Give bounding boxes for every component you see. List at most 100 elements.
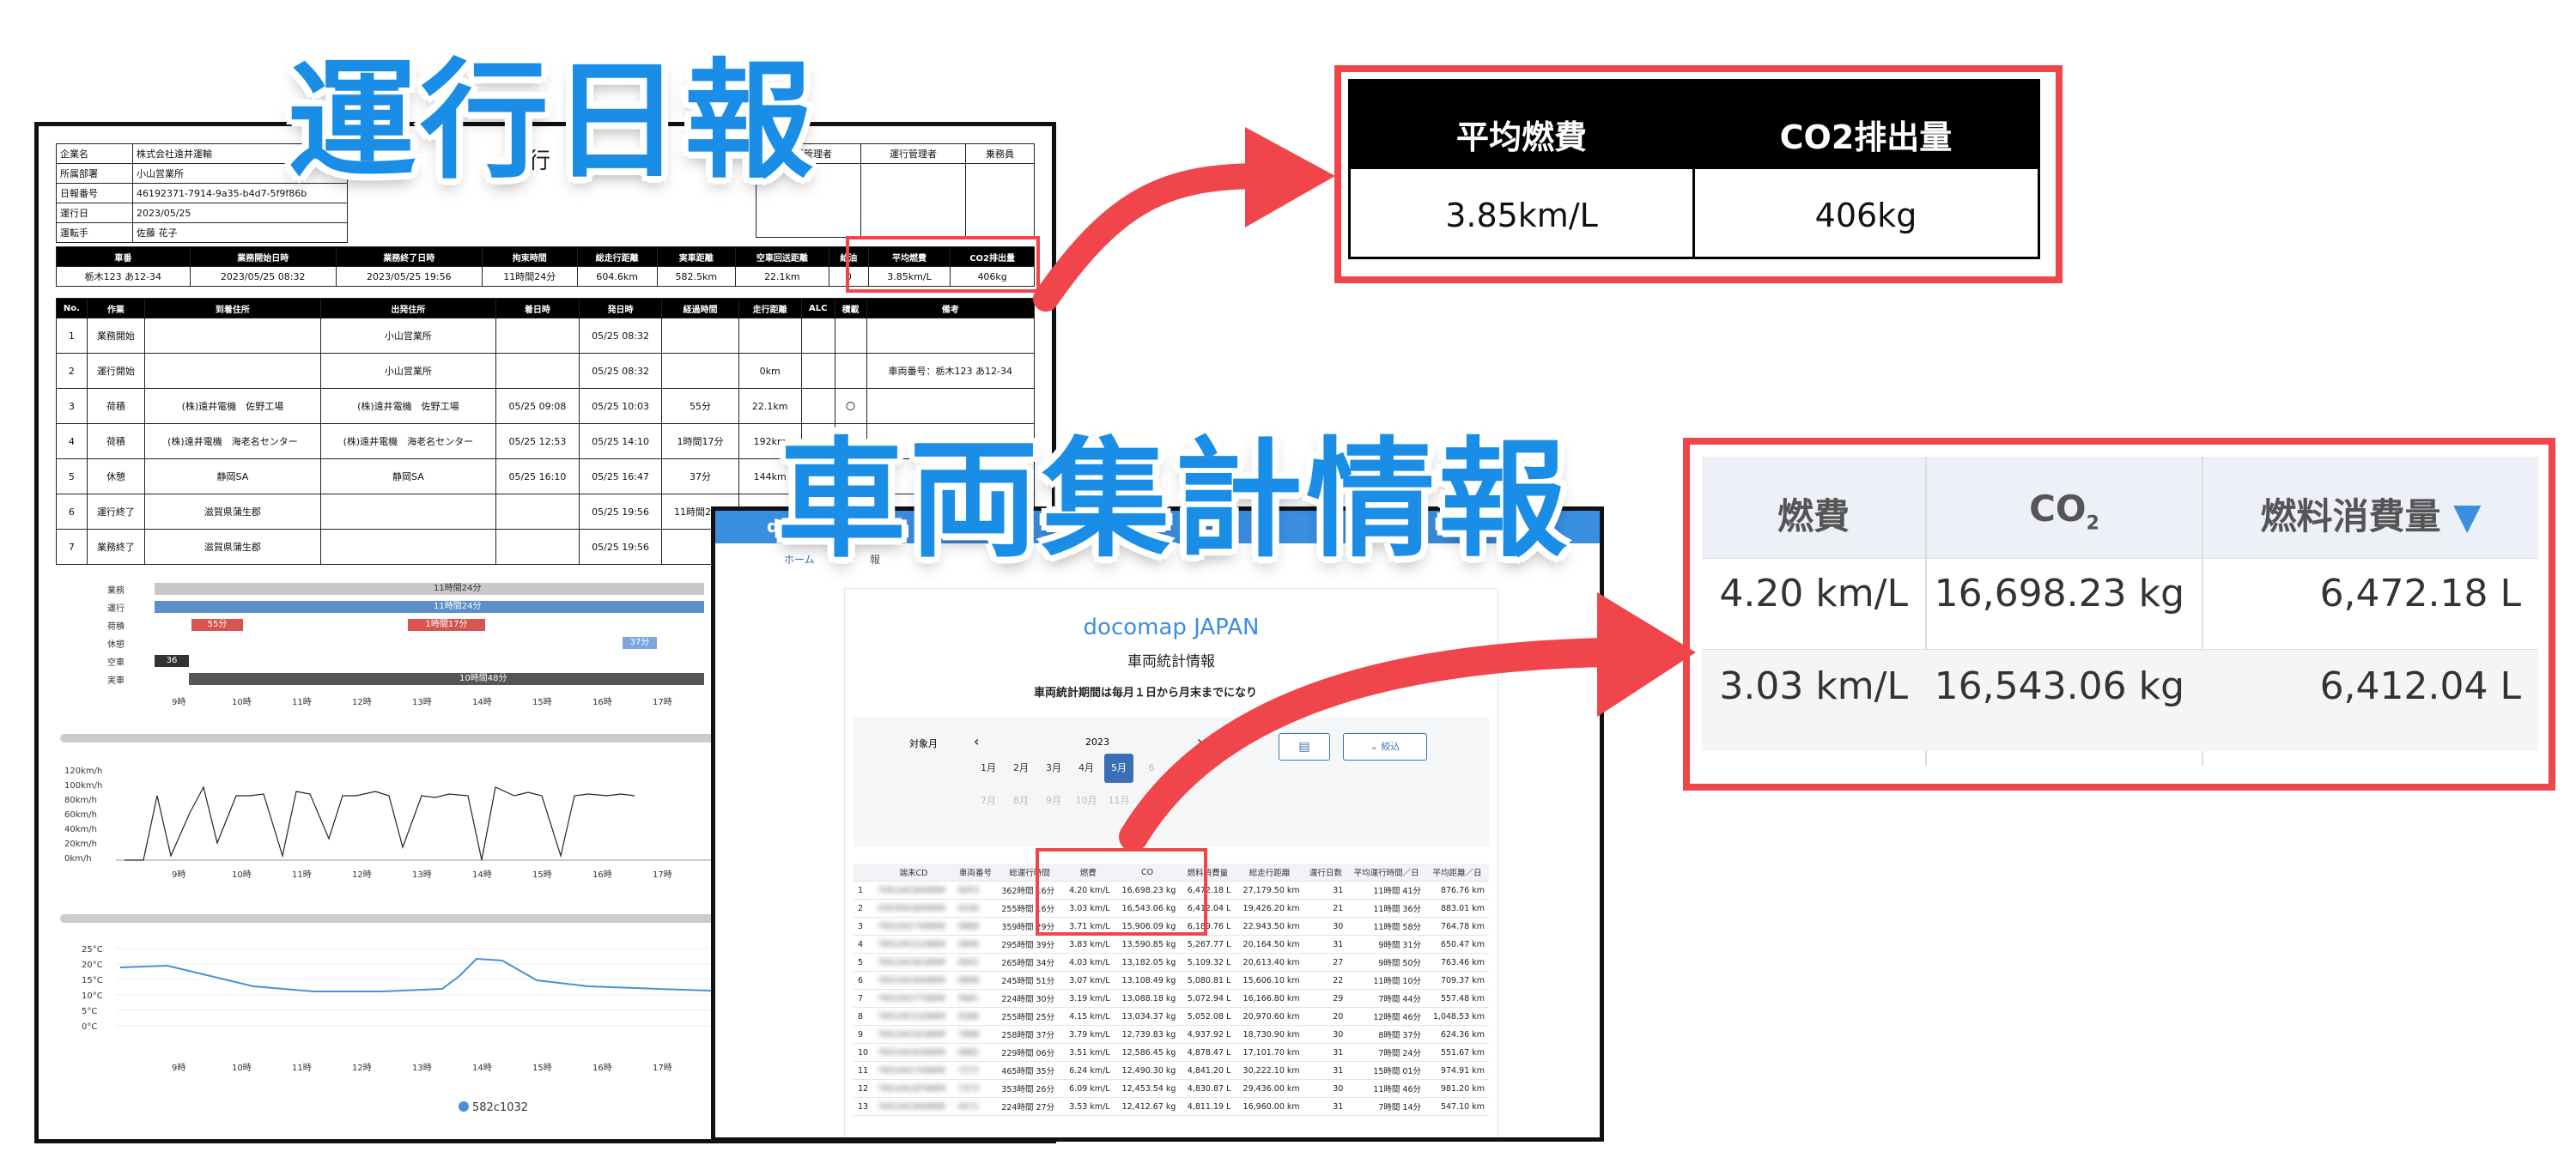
callout-cell: 16,543.06 kg [1934, 664, 2184, 708]
hour-tick: 9時 [172, 1063, 185, 1073]
table-cell: 13 [854, 1097, 874, 1116]
daily-report-title: 運行日報 [288, 47, 817, 197]
prev-year-button[interactable]: ‹ [974, 733, 979, 749]
table-cell: 27,179.50 km [1235, 881, 1304, 900]
stats-header[interactable]: 車両番号 [953, 864, 998, 882]
table-row[interactable]: 13 7651041840899 4571 224時間 27分 3.53 km/L 12,… [854, 1097, 1489, 1116]
table-cell: 2 [56, 353, 88, 389]
table-cell: 3.07 km/L [1062, 971, 1115, 990]
table-cell [319, 494, 497, 530]
table-cell: 0899 [953, 935, 998, 954]
hour-tick: 12時 [352, 698, 372, 707]
table-row[interactable]: 9 7651041910899 7888 258時間 37分 3.79 km/L 12,7… [854, 1025, 1489, 1044]
next-year-button[interactable]: › [1197, 733, 1202, 749]
table-row[interactable]: 12 7651041870899 7373 353時間 26分 6.09 km/L 12,… [854, 1079, 1489, 1098]
ops-header: 備考 [866, 298, 1036, 318]
speed-tick: 80km/h [64, 796, 97, 805]
table-cell [866, 318, 1036, 354]
table-cell: 12,586.45 kg [1114, 1043, 1181, 1062]
hour-tick: 17時 [653, 698, 672, 707]
table-cell [800, 353, 835, 389]
month-button[interactable]: 10月 [1072, 786, 1101, 815]
arrow-top [1033, 163, 1275, 312]
summary-header: 車番 [56, 246, 191, 267]
table-cell: 4571 [953, 1097, 998, 1116]
summary-header: 実車距離 [656, 246, 736, 267]
table-row[interactable]: 11 7651041740899 7272 465時間 35分 6.24 km/L 12,… [854, 1061, 1489, 1080]
table-cell: 224時間 30分 [997, 989, 1063, 1008]
table-cell: 764.78 km [1425, 917, 1489, 936]
stats-header[interactable]: 平均距離／日 [1425, 864, 1489, 882]
table-cell: 05/25 12:53 [495, 423, 580, 459]
stats-header[interactable]: 運行日数 [1303, 864, 1348, 882]
table-cell: 5 [854, 953, 874, 972]
table-cell: 650.47 km [1425, 935, 1489, 954]
month-button[interactable]: 8月 [1006, 786, 1036, 815]
download-button[interactable]: ▤ [1279, 733, 1330, 761]
temp-tick: 15°C [82, 976, 103, 985]
table-row[interactable]: 5 7651041810899 0002 265時間 34分 4.03 km/L 13,1… [854, 953, 1489, 972]
table-cell: 4,841.20 L [1180, 1061, 1236, 1080]
hour-tick: 14時 [472, 870, 492, 880]
callout-header-fuel-consumption[interactable]: 燃料消費量 ▼ [2203, 488, 2538, 540]
callout-header-fuel: 平均燃費 [1455, 118, 1587, 156]
table-row[interactable]: 8 7651041520899 0288 255時間 25分 4.15 km/L 13,0… [854, 1007, 1489, 1026]
hour-tick: 11時 [292, 698, 312, 707]
table-cell: 31 [1303, 1061, 1348, 1080]
month-button[interactable]: 2月 [1006, 754, 1036, 783]
table-cell: 休憩 [86, 458, 146, 494]
table-cell: 小山営業所 [319, 318, 497, 354]
summary-value: 2023/05/25 19:56 [335, 266, 483, 287]
month-button[interactable]: 11月 [1104, 786, 1133, 815]
table-row[interactable]: 6 7651041640899 0898 245時間 51分 3.07 km/L 13,1… [854, 971, 1489, 990]
month-button[interactable]: 4月 [1072, 754, 1101, 783]
table-cell: 5,109.32 L [1180, 953, 1236, 972]
table-row[interactable]: 4 7651041510899 0899 295時間 39分 3.83 km/L 13,5… [854, 935, 1489, 954]
table-cell: 11時間 41分 [1347, 881, 1426, 900]
month-button[interactable]: 1月 [974, 754, 1003, 783]
table-cell: 20,164.50 km [1235, 935, 1304, 954]
table-cell: 7651041840899 [873, 881, 954, 900]
table-cell [834, 353, 867, 389]
table-cell: 763.46 km [1425, 953, 1489, 972]
sign-label: 運行管理者 [860, 142, 966, 165]
table-cell: 7651041640899 [873, 971, 954, 990]
table-cell: 30 [1303, 917, 1348, 936]
stats-header[interactable]: 総走行距離 [1235, 864, 1304, 882]
table-cell: (株)遠井電機 海老名センター [144, 423, 321, 459]
month-button[interactable]: 9月 [1039, 786, 1068, 815]
table-row[interactable]: 10 7651041630899 0882 229時間 06分 3.51 km/L 12,… [854, 1043, 1489, 1062]
table-cell [495, 529, 580, 565]
table-cell: 7 [854, 989, 874, 1008]
table-cell: 12 [854, 1079, 874, 1098]
table-cell [866, 388, 1036, 424]
table-row[interactable]: 7 7651041770899 5681 224時間 30分 3.19 km/L 13,0… [854, 989, 1489, 1008]
table-cell: 624.36 km [1425, 1025, 1489, 1044]
month-button[interactable]: 7月 [974, 786, 1003, 815]
table-cell: 3.19 km/L [1062, 989, 1115, 1008]
table-cell: 17,101.70 km [1235, 1043, 1304, 1062]
table-cell: 7651041510899 [873, 935, 954, 954]
speed-tick: 60km/h [64, 810, 97, 820]
table-cell: 7651041840899 [873, 1097, 954, 1116]
hour-tick: 12時 [352, 870, 372, 880]
filter-button[interactable]: ⌄ 絞込 [1343, 733, 1427, 761]
table-cell: (株)遠井電機 佐野工場 [144, 388, 321, 424]
table-cell: (株)遠井電機 佐野工場 [319, 388, 497, 424]
month-button[interactable]: 6 [1137, 754, 1166, 783]
table-cell: 3.53 km/L [1062, 1097, 1115, 1116]
table-cell: 4,937.92 L [1180, 1025, 1236, 1044]
month-button[interactable]: 5月 [1104, 754, 1133, 783]
temp-tick: 5°C [82, 1007, 97, 1016]
stats-header[interactable]: 平均運行時間／日 [1347, 864, 1426, 882]
table-cell: 974.91 km [1425, 1061, 1489, 1080]
stats-header[interactable]: 端末CD [873, 864, 954, 882]
summary-header: 空車回送距離 [734, 246, 829, 267]
month-button[interactable]: 3月 [1039, 754, 1068, 783]
table-cell: 6 [854, 971, 874, 990]
table-cell [800, 318, 835, 354]
gantt-text-run: 11時間24分 [434, 602, 482, 611]
gantt-label: 運行 [107, 604, 125, 614]
table-cell: 11時間 58分 [1347, 917, 1426, 936]
table-cell [738, 318, 802, 354]
